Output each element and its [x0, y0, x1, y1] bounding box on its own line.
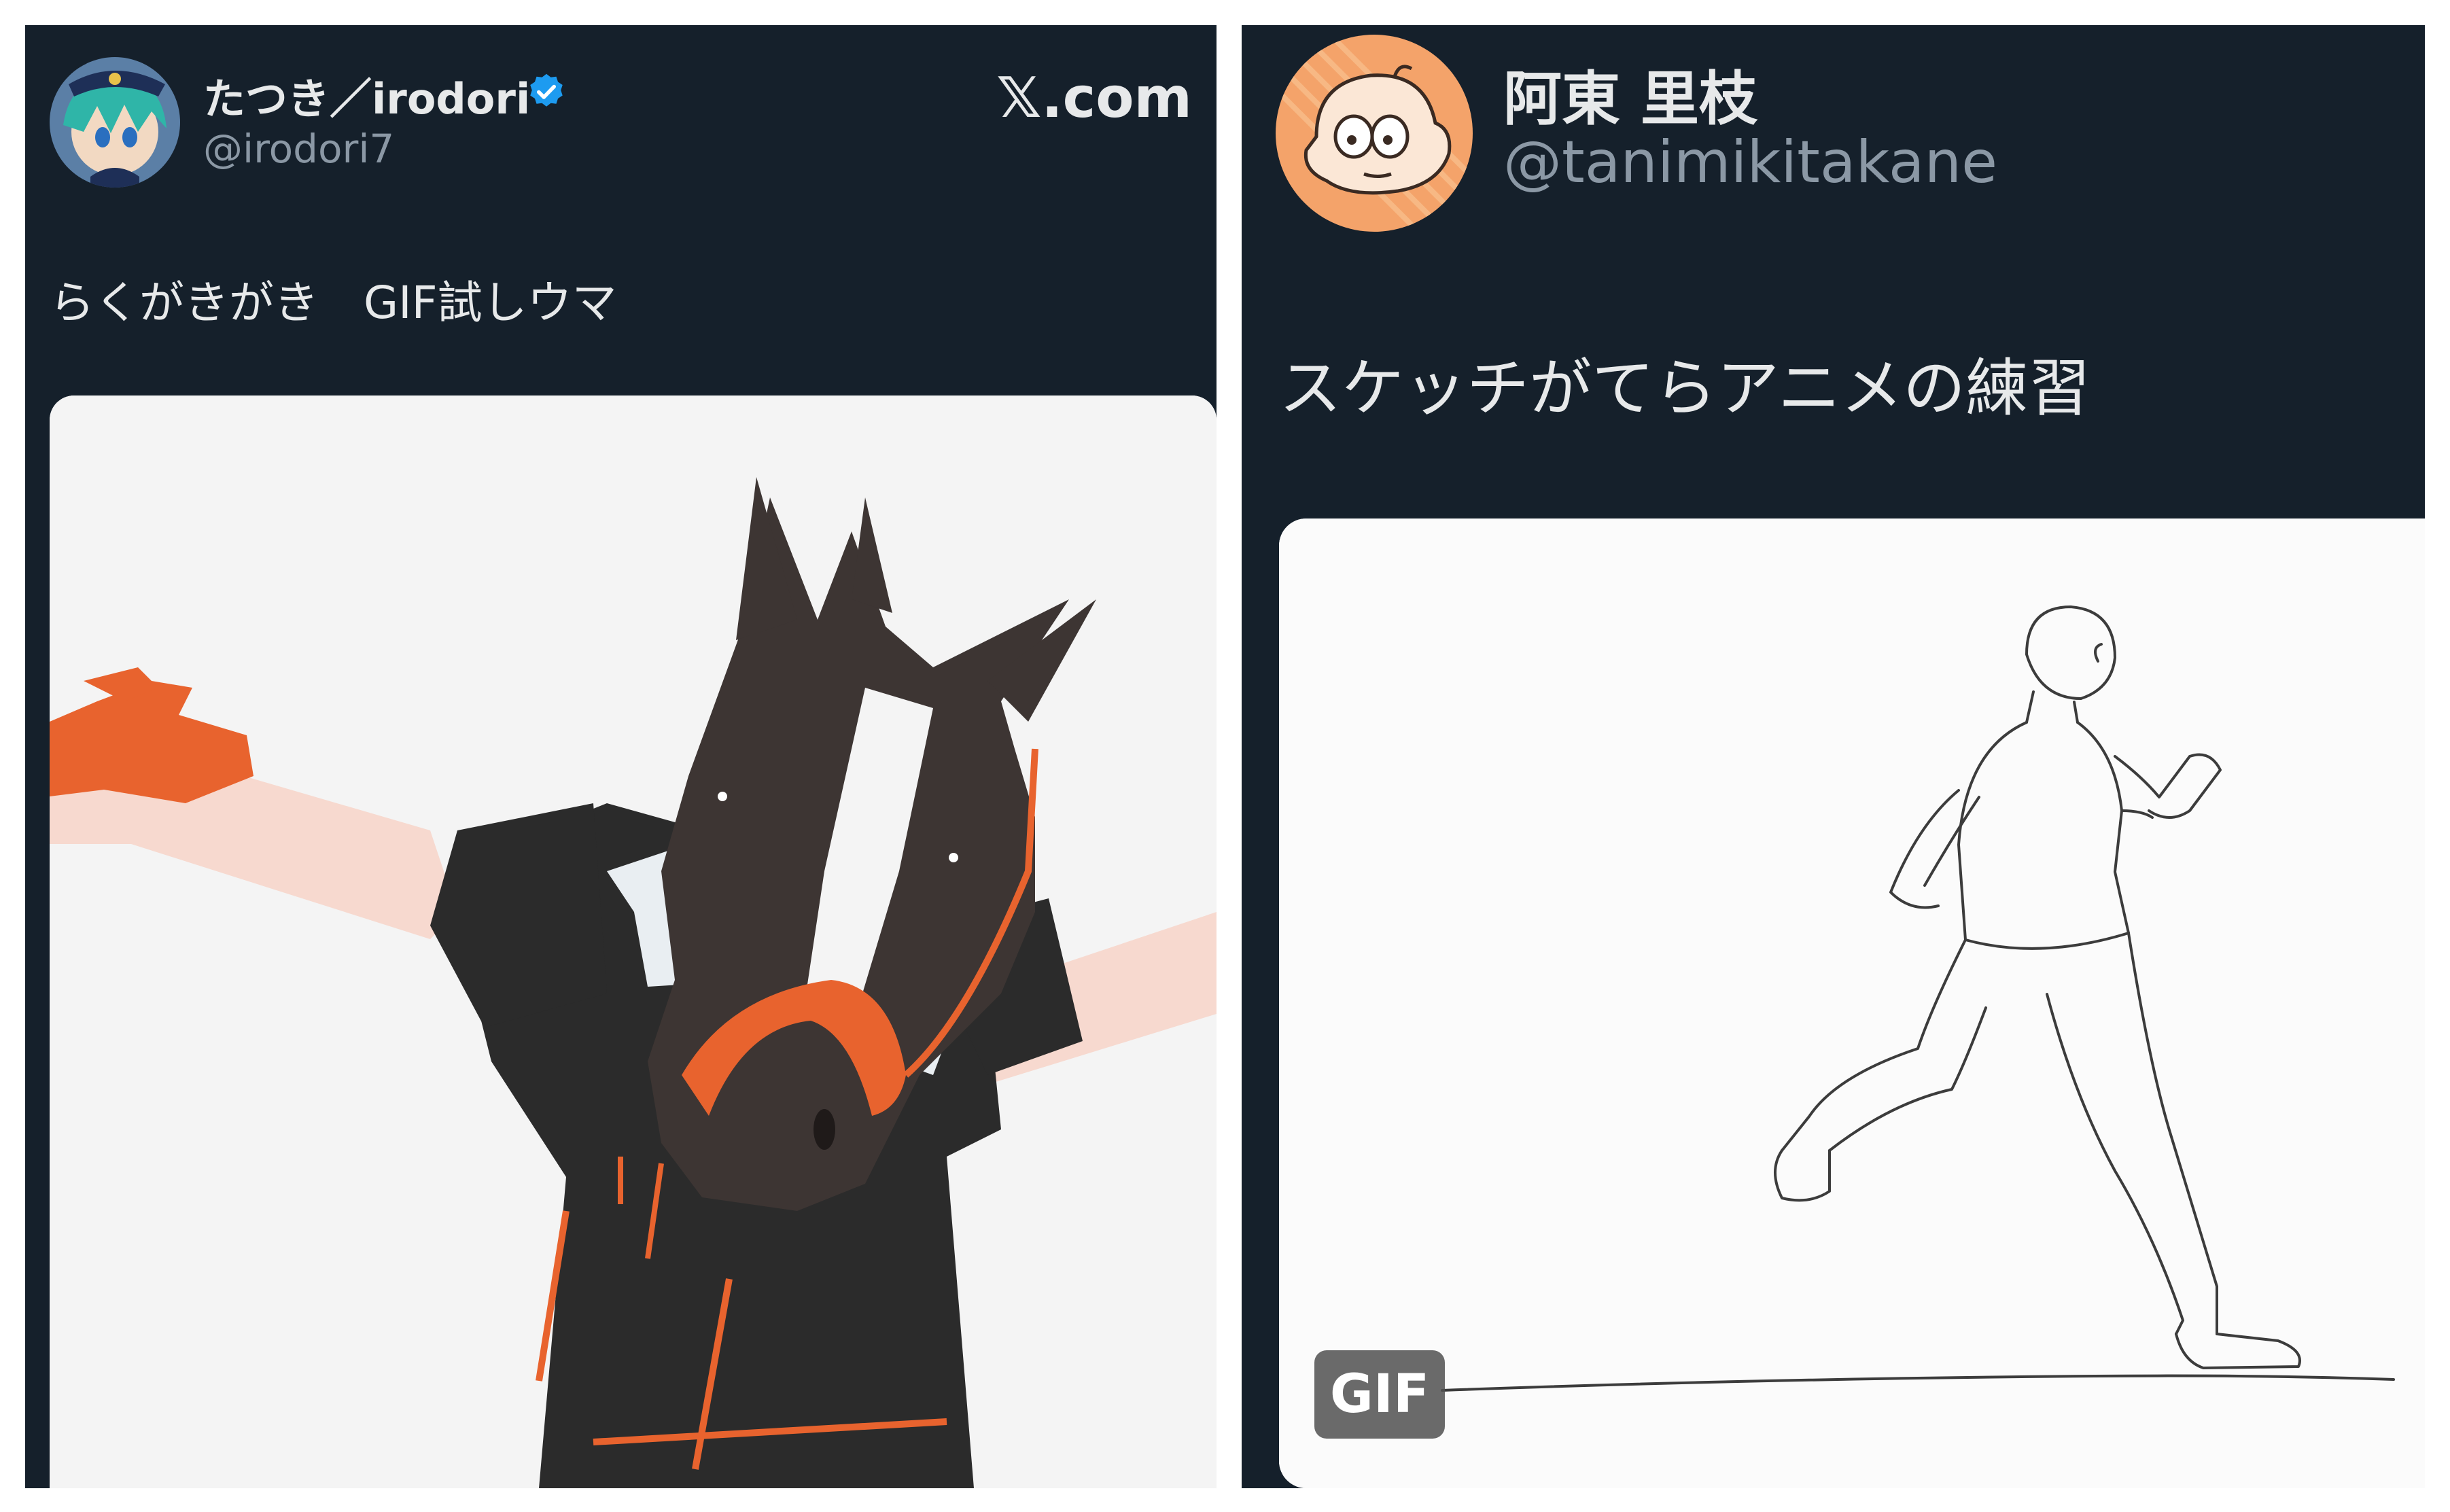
avatar[interactable] [50, 57, 180, 188]
gif-badge: GIF [1314, 1350, 1445, 1439]
right-tweet-card[interactable]: 阿東 里枝 @tanimikitakane スケッチがてらアニメの練習 GIF [1242, 25, 2425, 1488]
display-name[interactable]: たつき／irodori [203, 65, 530, 126]
user-handle[interactable]: @tanimikitakane [1503, 128, 1997, 196]
cartoon-face-avatar-icon [1276, 35, 1473, 232]
verified-badge-icon [530, 73, 563, 107]
anime-avatar-icon [50, 57, 180, 188]
avatar[interactable] [1276, 35, 1473, 232]
left-tweet-card[interactable]: たつき／irodori @irodori7 𝕏.com らくがきがき GIF試し… [25, 25, 1217, 1488]
horse-illustration [50, 395, 1217, 1488]
tweet-text: スケッチがてらアニメの練習 [1279, 352, 2091, 425]
running-man-sketch [1279, 518, 2425, 1488]
tweet-text: らくがきがき GIF試しウマ [50, 277, 617, 329]
tweet-media-image[interactable] [50, 395, 1217, 1488]
x-com-logo[interactable]: 𝕏.com [996, 66, 1192, 130]
display-name[interactable]: 阿東 里枝 [1503, 51, 1757, 136]
tweet-media-gif[interactable]: GIF [1279, 518, 2425, 1488]
user-handle[interactable]: @irodori7 [203, 126, 394, 172]
